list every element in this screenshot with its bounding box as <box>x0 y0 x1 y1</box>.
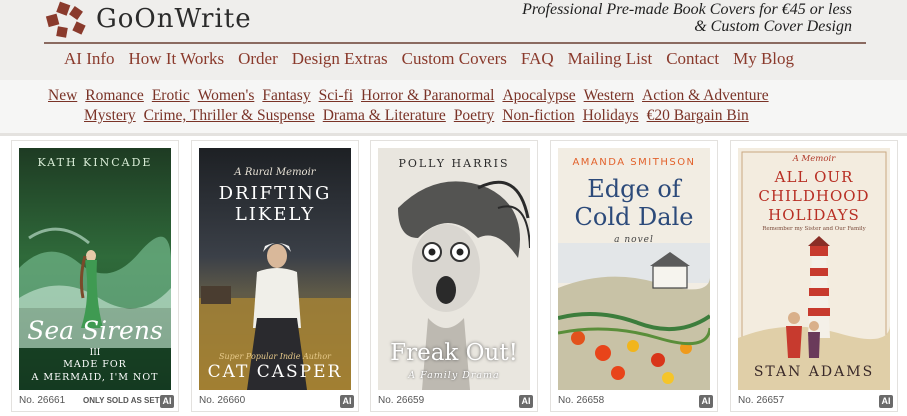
cover-image[interactable]: POLLY HARRIS Freak Out! A Family Drama <box>378 148 530 390</box>
category-new[interactable]: New <box>48 87 77 105</box>
cover-image[interactable]: A Memoir ALL OUR CHILDHOOD HOLIDAYS Reme… <box>738 148 890 390</box>
nav-design-extras[interactable]: Design Extras <box>292 49 388 69</box>
cover-caption: No. 26658 AI <box>558 395 713 409</box>
category-mystery[interactable]: Mystery <box>84 107 136 125</box>
category-drama-literature[interactable]: Drama & Literature <box>323 107 446 125</box>
header-divider <box>44 42 866 44</box>
cover-image[interactable]: KATH KINCADE Sea Sirens III MADE FOR A M… <box>19 148 171 390</box>
nav-contact[interactable]: Contact <box>666 49 719 69</box>
category-horror[interactable]: Horror & Paranormal <box>361 87 494 105</box>
logo-mark-icon <box>44 1 90 39</box>
logo-text: GoOnWrite <box>96 4 252 34</box>
ai-badge: AI <box>340 395 354 408</box>
cover-subtitle: A Family Drama <box>408 370 500 381</box>
cover-card[interactable]: A Rural Memoir DRIFTING LIKELY Super Pop… <box>191 140 359 412</box>
nav-my-blog[interactable]: My Blog <box>733 49 794 69</box>
cover-card[interactable]: KATH KINCADE Sea Sirens III MADE FOR A M… <box>11 140 179 412</box>
category-fantasy[interactable]: Fantasy <box>262 87 310 105</box>
cover-number: No. 26661 <box>19 395 66 406</box>
nav-faq[interactable]: FAQ <box>521 49 554 69</box>
ai-badge: AI <box>519 395 533 408</box>
nav-mailing-list[interactable]: Mailing List <box>568 49 653 69</box>
cover-title-2: LIKELY <box>234 204 316 225</box>
cover-author: CAT CASPER <box>207 362 343 382</box>
cover-tagline: Super Popular Indie Author <box>219 352 331 361</box>
cover-author: KATH KINCADE <box>37 156 153 169</box>
category-crime-thriller[interactable]: Crime, Thriller & Suspense <box>144 107 315 125</box>
cover-volume: III <box>89 348 101 358</box>
cover-title-1: ALL OUR <box>774 168 854 186</box>
category-romance[interactable]: Romance <box>85 87 144 105</box>
cover-image[interactable]: AMANDA SMITHSON Edge of Cold Dale a nove… <box>558 148 710 390</box>
cover-subtitle: Remember my Sister and Our Family <box>762 226 866 232</box>
category-action-adventure[interactable]: Action & Adventure <box>642 87 769 105</box>
cover-number: No. 26658 <box>558 395 605 406</box>
cover-card[interactable]: A Memoir ALL OUR CHILDHOOD HOLIDAYS Reme… <box>730 140 898 412</box>
category-bargain-bin[interactable]: €20 Bargain Bin <box>647 107 749 125</box>
cover-note: ONLY SOLD AS SET <box>83 396 160 405</box>
cover-title-2: Cold Dale <box>574 203 694 231</box>
cover-title-1: Edge of <box>587 175 681 203</box>
cover-title: Sea Sirens <box>27 316 163 345</box>
nav-how-it-works[interactable]: How It Works <box>129 49 225 69</box>
cover-kicker: A Memoir <box>792 154 836 164</box>
tagline-line-2: & Custom Cover Design <box>694 18 852 35</box>
cover-title-1: DRIFTING <box>218 183 332 204</box>
category-nav: New Romance Erotic Women's Fantasy Sci-f… <box>0 80 907 136</box>
cover-author: AMANDA SMITHSON <box>572 157 696 168</box>
cover-author: STAN ADAMS <box>753 364 875 380</box>
main-nav: AI Info How It Works Order Design Extras… <box>64 49 794 69</box>
cover-caption: No. 26660 AI <box>199 395 354 409</box>
cover-subtitle-2: A MERMAID, I'M NOT <box>31 372 159 383</box>
cover-image[interactable]: A Rural Memoir DRIFTING LIKELY Super Pop… <box>199 148 351 390</box>
cover-number: No. 26660 <box>199 395 246 406</box>
category-poetry[interactable]: Poetry <box>454 107 494 125</box>
ai-badge: AI <box>879 395 893 408</box>
cover-title-3: HOLIDAYS <box>768 206 860 224</box>
cover-subtitle-1: MADE FOR <box>63 359 127 370</box>
category-holidays[interactable]: Holidays <box>583 107 639 125</box>
ai-badge: AI <box>160 395 174 408</box>
cover-subtitle: a novel <box>614 235 654 245</box>
category-apocalypse[interactable]: Apocalypse <box>502 87 575 105</box>
cover-title-2: CHILDHOOD <box>758 187 870 205</box>
category-non-fiction[interactable]: Non-fiction <box>502 107 574 125</box>
tagline-line-1: Professional Pre-made Book Covers for €4… <box>522 1 852 18</box>
category-western[interactable]: Western <box>584 87 634 105</box>
site-header: GoOnWrite Professional Pre-made Book Cov… <box>0 0 907 80</box>
category-sci-fi[interactable]: Sci-fi <box>319 87 353 105</box>
cover-author: POLLY HARRIS <box>398 157 510 170</box>
cover-caption: No. 26659 AI <box>378 395 533 409</box>
site-tagline: Professional Pre-made Book Covers for €4… <box>522 1 852 35</box>
cover-number: No. 26657 <box>738 395 785 406</box>
site-logo[interactable]: GoOnWrite <box>44 0 252 40</box>
nav-order[interactable]: Order <box>238 49 278 69</box>
cover-grid: KATH KINCADE Sea Sirens III MADE FOR A M… <box>11 140 907 416</box>
cover-caption: No. 26657 AI <box>738 395 893 409</box>
nav-custom-covers[interactable]: Custom Covers <box>402 49 507 69</box>
cover-kicker: A Rural Memoir <box>234 167 316 178</box>
cover-card[interactable]: AMANDA SMITHSON Edge of Cold Dale a nove… <box>550 140 718 412</box>
category-row-2: Mystery Crime, Thriller & Suspense Drama… <box>84 107 749 125</box>
cover-title: Freak Out! <box>390 340 518 366</box>
category-erotic[interactable]: Erotic <box>152 87 190 105</box>
cover-caption: No. 26661 ONLY SOLD AS SET AI <box>19 395 174 409</box>
cover-card[interactable]: POLLY HARRIS Freak Out! A Family Drama N… <box>370 140 538 412</box>
ai-badge: AI <box>699 395 713 408</box>
cover-number: No. 26659 <box>378 395 425 406</box>
nav-ai-info[interactable]: AI Info <box>64 49 115 69</box>
category-womens[interactable]: Women's <box>198 87 255 105</box>
category-row-1: New Romance Erotic Women's Fantasy Sci-f… <box>48 87 769 105</box>
